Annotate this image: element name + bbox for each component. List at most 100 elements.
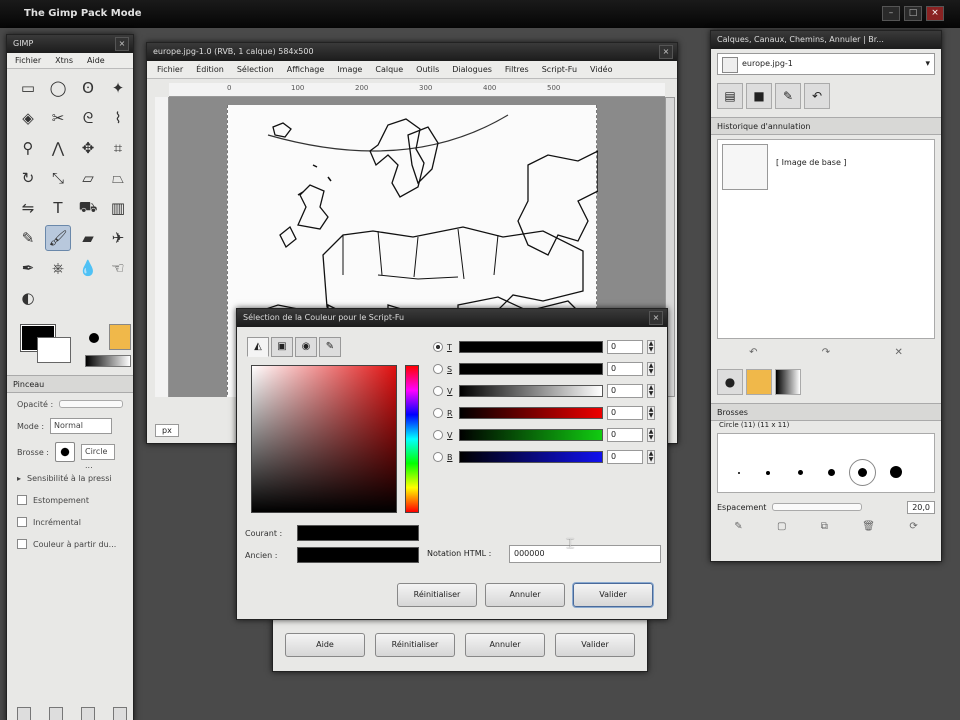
close-button[interactable]: × [926, 6, 944, 21]
reset-options-icon[interactable] [113, 707, 127, 720]
blur-icon[interactable]: 💧 [75, 255, 101, 281]
fuzzy-select-icon[interactable]: ✦ [105, 75, 131, 101]
hex-input[interactable]: 000000 [509, 545, 661, 563]
channel-radio[interactable] [433, 364, 443, 374]
paintbrush-icon[interactable]: 🖌 [45, 225, 71, 251]
brushes-tab[interactable]: Brosses [711, 403, 941, 421]
reset-button[interactable]: Réinitialiser [397, 583, 477, 607]
save-options-icon[interactable] [17, 707, 31, 720]
image-menu-item[interactable]: Outils [416, 61, 439, 78]
color-picker-icon[interactable]: ⌇ [105, 105, 131, 131]
incremental-checkbox[interactable] [17, 517, 27, 527]
channel-value[interactable]: 0 [607, 406, 643, 420]
undo-icon[interactable]: ↶ [749, 347, 757, 361]
ink-icon[interactable]: ✒ [15, 255, 41, 281]
history-item-label[interactable]: [ Image de base ] [776, 158, 847, 167]
new-brush-icon[interactable]: ▢ [777, 521, 786, 535]
menu-xtns[interactable]: Xtns [55, 53, 73, 68]
spacing-slider[interactable] [772, 503, 863, 511]
unit-select[interactable]: px [155, 424, 179, 437]
image-menu-item[interactable]: Calque [375, 61, 403, 78]
menu-fichier[interactable]: Fichier [15, 53, 41, 68]
image-menu-item[interactable]: Édition [196, 61, 224, 78]
channel-value[interactable]: 0 [607, 428, 643, 442]
flip-icon[interactable]: ⇋ [15, 195, 41, 221]
spacing-value[interactable]: 20,0 [907, 500, 935, 514]
crop-icon[interactable]: ⌗ [105, 135, 131, 161]
gradient-color-row[interactable]: Couleur à partir du... [7, 533, 133, 555]
perspective-icon[interactable]: ⏢ [105, 165, 131, 191]
channel-slider[interactable] [459, 429, 603, 441]
bucket-fill-icon[interactable]: ⛟ [75, 195, 101, 221]
undo-history-tab[interactable]: Historique d'annulation [711, 117, 941, 135]
brush-preview[interactable] [55, 442, 75, 462]
image-menu-item[interactable]: Script-Fu [542, 61, 577, 78]
incremental-row[interactable]: Incrémental [7, 511, 133, 533]
zoom-icon[interactable]: ⚲ [15, 135, 41, 161]
hue-strip[interactable] [405, 365, 419, 513]
ok-button[interactable]: Valider [555, 633, 635, 657]
image-menu-item[interactable]: Dialogues [452, 61, 492, 78]
spin-arrows-icon[interactable]: ▲ ▼ [647, 406, 655, 420]
cancel-button[interactable]: Annuler [465, 633, 545, 657]
image-menu-item[interactable]: Sélection [237, 61, 274, 78]
shear-icon[interactable]: ▱ [75, 165, 101, 191]
channel-slider[interactable] [459, 407, 603, 419]
text-icon[interactable]: T [45, 195, 71, 221]
channel-slider[interactable] [459, 385, 603, 397]
pattern-indicator[interactable] [109, 324, 131, 350]
rect-select-icon[interactable]: ▭ [15, 75, 41, 101]
spin-arrows-icon[interactable]: ▲ ▼ [647, 384, 655, 398]
channel-radio[interactable] [433, 342, 443, 352]
lasso-icon[interactable]: ʘ [75, 75, 101, 101]
fade-row[interactable]: Estompement [7, 489, 133, 511]
smudge-icon[interactable]: ☜ [105, 255, 131, 281]
brush-indicator-icon[interactable] [89, 333, 99, 343]
redo-icon[interactable]: ↷ [822, 347, 830, 361]
delete-brush-icon[interactable]: 🗑 [862, 521, 875, 535]
channel-value[interactable]: 0 [607, 450, 643, 464]
maximize-button[interactable]: □ [904, 6, 922, 21]
eraser-icon[interactable]: ▰ [75, 225, 101, 251]
gimp-selector-icon[interactable]: ◭ [247, 337, 269, 357]
minimize-button[interactable]: – [882, 6, 900, 21]
watercolor-selector-icon[interactable]: ✎ [319, 337, 341, 357]
rotate-icon[interactable]: ↻ [15, 165, 41, 191]
fade-checkbox[interactable] [17, 495, 27, 505]
layers-tab-icon[interactable]: ▤ [717, 83, 743, 109]
measure-icon[interactable]: ⋀ [45, 135, 71, 161]
channel-value[interactable]: 0 [607, 362, 643, 376]
close-icon[interactable]: × [659, 45, 673, 59]
channel-slider[interactable] [459, 363, 603, 375]
menu-aide[interactable]: Aide [87, 53, 105, 68]
spin-arrows-icon[interactable]: ▲ ▼ [647, 340, 655, 354]
channel-value[interactable]: 0 [607, 340, 643, 354]
undo-tab-icon[interactable]: ↶ [804, 83, 830, 109]
cmyk-selector-icon[interactable]: ▣ [271, 337, 293, 357]
ellipse-select-icon[interactable]: ◯ [45, 75, 71, 101]
blend-icon[interactable]: ▥ [105, 195, 131, 221]
gradient-tab-icon[interactable] [775, 369, 801, 395]
gradient-indicator[interactable] [85, 355, 131, 367]
brush-grid[interactable] [717, 433, 935, 493]
move-icon[interactable]: ✥ [75, 135, 101, 161]
saturation-value-area[interactable] [251, 365, 397, 513]
spin-arrows-icon[interactable]: ▲ ▼ [647, 428, 655, 442]
gradient-checkbox[interactable] [17, 539, 27, 549]
brush-tab-icon[interactable]: ● [717, 369, 743, 395]
ok-button[interactable]: Valider [573, 583, 653, 607]
duplicate-brush-icon[interactable]: ⧉ [821, 521, 828, 535]
history-thumbnail[interactable] [722, 144, 768, 190]
channel-slider[interactable] [459, 341, 603, 353]
pressure-row[interactable]: ▸ Sensibilité à la pressi [7, 467, 133, 489]
help-button[interactable]: Aide [285, 633, 365, 657]
clear-history-icon[interactable]: ✕ [894, 347, 902, 361]
select-by-color-icon[interactable]: ◈ [15, 105, 41, 131]
paths-icon[interactable]: ᘓ [75, 105, 101, 131]
restore-options-icon[interactable] [49, 707, 63, 720]
clone-icon[interactable]: ⎈ [45, 255, 71, 281]
airbrush-icon[interactable]: ✈ [105, 225, 131, 251]
channels-tab-icon[interactable]: ■ [746, 83, 772, 109]
channel-radio[interactable] [433, 452, 443, 462]
dodge-burn-icon[interactable]: ◐ [15, 285, 41, 311]
